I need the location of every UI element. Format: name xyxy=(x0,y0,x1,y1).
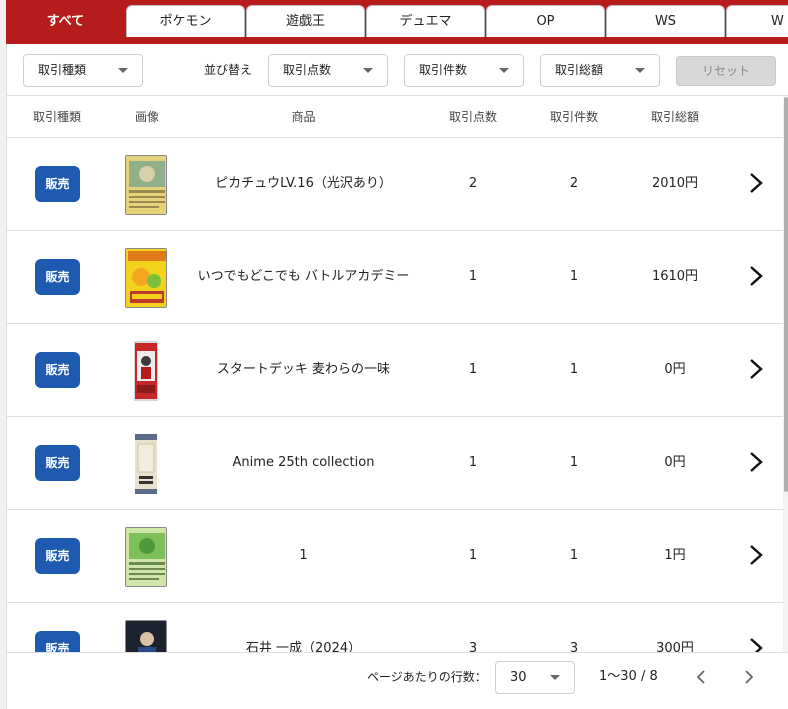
table-row[interactable]: 販売 Anime 25th collection 1 1 0円 xyxy=(7,417,783,510)
points-value: 1 xyxy=(468,455,478,470)
count-value: 2 xyxy=(569,176,579,191)
total-value: 2010円 xyxy=(651,176,699,191)
points-value: 1 xyxy=(468,362,478,377)
product-image xyxy=(125,248,167,308)
previous-page-icon[interactable] xyxy=(691,667,711,687)
sort-total-select[interactable]: 取引総額 xyxy=(540,54,660,87)
count-value: 1 xyxy=(569,548,579,563)
chevron-right-icon[interactable] xyxy=(747,264,765,288)
header-count: 取引件数 xyxy=(549,110,598,124)
tab-yugioh[interactable]: 遊戯王 xyxy=(246,5,365,37)
vertical-scrollbar[interactable] xyxy=(783,97,788,652)
header-type: 取引種類 xyxy=(32,110,81,124)
caret-down-icon xyxy=(363,68,373,73)
sale-badge[interactable]: 販売 xyxy=(35,166,80,202)
table-row[interactable]: 販売 スタートデッキ 麦わらの一味 1 1 0円 xyxy=(7,324,783,417)
caret-down-icon xyxy=(635,68,645,73)
chevron-right-icon[interactable] xyxy=(747,171,765,195)
chevron-right-icon[interactable] xyxy=(747,636,765,652)
points-value: 1 xyxy=(468,269,478,284)
rows-per-page-select[interactable]: 30 xyxy=(495,661,575,694)
product-image xyxy=(125,527,167,587)
transaction-type-select-label: 取引種類 xyxy=(38,63,87,77)
tab-duema[interactable]: デュエマ xyxy=(366,5,485,37)
product-name: いつでもどこでも バトルアカデミー xyxy=(197,269,410,284)
pagination-bar: ページあたりの行数： 30 1〜30 / 8 xyxy=(7,652,788,709)
tab-all[interactable]: すべて xyxy=(6,5,125,37)
tab-w[interactable]: W xyxy=(726,5,788,37)
total-value: 0円 xyxy=(664,455,686,470)
product-name: Anime 25th collection xyxy=(232,455,375,470)
total-value: 1円 xyxy=(664,548,686,563)
points-value: 1 xyxy=(468,548,478,563)
header-total: 取引総額 xyxy=(650,110,699,124)
caret-down-icon xyxy=(550,675,560,680)
product-name: スタートデッキ 麦わらの一味 xyxy=(216,362,391,377)
sale-badge[interactable]: 販売 xyxy=(35,445,80,481)
total-value: 0円 xyxy=(664,362,686,377)
transactions-panel: 取引種類 並び替え 取引点数 取引件数 取引総額 リセット 取引種類 画像 商品… xyxy=(6,44,788,709)
points-value: 3 xyxy=(468,641,478,652)
count-value: 1 xyxy=(569,362,579,377)
rows-per-page-value: 30 xyxy=(510,670,527,685)
tab-ws[interactable]: WS xyxy=(606,5,725,37)
sale-badge[interactable]: 販売 xyxy=(35,352,80,388)
product-image xyxy=(125,620,167,652)
next-page-icon[interactable] xyxy=(739,667,759,687)
product-name: ピカチュウLV.16（光沢あり） xyxy=(215,176,392,191)
header-points: 取引点数 xyxy=(448,110,497,124)
table-row[interactable]: 販売 いつでもどこでも バトルアカデミー 1 1 1610円 xyxy=(7,231,783,324)
total-value: 1610円 xyxy=(651,269,699,284)
table-row[interactable]: 販売 石井 一成（2024） 3 3 300円 xyxy=(7,603,783,652)
count-value: 1 xyxy=(569,455,579,470)
header-product: 商品 xyxy=(291,110,316,124)
scrollbar-thumb[interactable] xyxy=(784,97,788,492)
chevron-right-icon[interactable] xyxy=(747,450,765,474)
total-value: 300円 xyxy=(656,641,694,652)
caret-down-icon xyxy=(499,68,509,73)
header-image: 画像 xyxy=(134,110,159,124)
points-value: 2 xyxy=(468,176,478,191)
table-header: 取引種類 画像 商品 取引点数 取引件数 取引総額 xyxy=(7,97,783,138)
tab-pokemon[interactable]: ポケモン xyxy=(126,5,245,37)
caret-down-icon xyxy=(118,68,128,73)
product-image xyxy=(125,434,167,494)
transaction-type-select[interactable]: 取引種類 xyxy=(23,54,143,87)
sale-badge[interactable]: 販売 xyxy=(35,631,80,652)
sale-badge[interactable]: 販売 xyxy=(35,259,80,295)
sort-count-label: 取引件数 xyxy=(419,63,468,77)
product-name: 1 xyxy=(299,548,308,563)
table-row[interactable]: 販売 1 1 1 1円 xyxy=(7,510,783,603)
chevron-right-icon[interactable] xyxy=(747,357,765,381)
count-value: 3 xyxy=(569,641,579,652)
rows-per-page-label: ページあたりの行数： xyxy=(367,670,487,684)
category-tabs: すべて ポケモン 遊戯王 デュエマ OP WS W xyxy=(6,0,788,44)
reset-button[interactable]: リセット xyxy=(676,56,776,86)
sort-label: 並び替え xyxy=(204,63,253,77)
tab-op[interactable]: OP xyxy=(486,5,605,37)
product-image xyxy=(125,155,167,215)
table-body: 販売 ピカチュウLV.16（光沢あり） 2 2 2010円 販売 いつでもどこで… xyxy=(7,138,783,652)
sort-points-label: 取引点数 xyxy=(283,63,332,77)
sale-badge[interactable]: 販売 xyxy=(35,538,80,574)
count-value: 1 xyxy=(569,269,579,284)
table-row[interactable]: 販売 ピカチュウLV.16（光沢あり） 2 2 2010円 xyxy=(7,138,783,231)
product-image xyxy=(125,341,167,401)
filter-bar: 取引種類 並び替え 取引点数 取引件数 取引総額 リセット xyxy=(7,44,788,96)
sort-points-select[interactable]: 取引点数 xyxy=(268,54,388,87)
sort-count-select[interactable]: 取引件数 xyxy=(404,54,524,87)
product-name: 石井 一成（2024） xyxy=(245,641,362,652)
chevron-right-icon[interactable] xyxy=(747,543,765,567)
page-range: 1〜30 / 8 xyxy=(599,669,658,684)
sort-total-label: 取引総額 xyxy=(555,63,604,77)
